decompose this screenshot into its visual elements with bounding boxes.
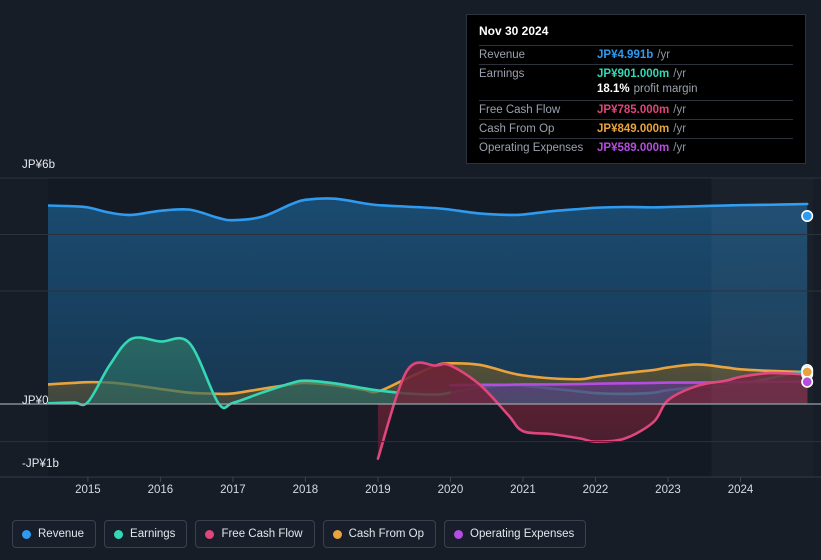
tooltip-row-unit: /yr [657, 49, 671, 61]
financial-chart-widget: JP¥6b JP¥0 -JP¥1b 2015 2016 2017 2018 2019 20… [0, 0, 821, 560]
x-axis-tick-2017: 2017 [220, 484, 246, 496]
tooltip-row-unit: /yr [673, 142, 687, 154]
x-axis-tick-2016: 2016 [147, 484, 174, 496]
y-axis-label-negative: -JP¥1b [22, 458, 60, 470]
legend-color-dot [114, 529, 124, 539]
tooltip-row-value: JP¥849.000m [597, 123, 670, 135]
tooltip-row: Free Cash Flow JP¥785.000m/yr [479, 100, 793, 119]
tooltip-date: Nov 30 2024 [479, 24, 549, 38]
tooltip-row-value: JP¥785.000m [597, 104, 670, 116]
legend-item-free-cash-flow[interactable]: Free Cash Flow [195, 520, 315, 548]
tooltip-row-value: JP¥4.991b [597, 49, 654, 61]
tooltip-row-value: JP¥901.000m [597, 68, 670, 80]
tooltip-profit-margin-value: 18.1% [597, 83, 630, 95]
x-axis-tick-2015: 2015 [75, 484, 101, 496]
legend-color-dot [22, 529, 31, 539]
y-axis-label-zero: JP¥0 [22, 395, 49, 407]
legend-item-label: Free Cash Flow [221, 528, 303, 540]
tooltip-row-label: Cash From Op [479, 123, 555, 135]
tooltip-row-label: Earnings [479, 68, 525, 80]
legend-color-dot [332, 529, 342, 539]
tooltip-profit-margin-row: .18.1%profit margin [479, 83, 793, 100]
legend-item-operating-expenses[interactable]: Operating Expenses [444, 520, 587, 548]
legend-item-label: Revenue [38, 528, 85, 540]
tooltip-row: Revenue JP¥4.991b/yr [479, 45, 793, 64]
tooltip-row-unit: /yr [673, 123, 687, 135]
x-axis-tick-2024: 2024 [727, 484, 754, 496]
tooltip-row-label: Free Cash Flow [479, 104, 561, 116]
x-axis-tick-2020: 2020 [437, 484, 464, 496]
x-axis-tick-2021: 2021 [510, 484, 536, 496]
tooltip-row: Cash From Op JP¥849.000m/yr [479, 119, 793, 138]
x-axis-tick-2019: 2019 [365, 484, 391, 496]
tooltip-profit-margin-label: profit margin [633, 83, 698, 95]
tooltip-row-unit: /yr [673, 104, 687, 116]
legend-color-dot [454, 529, 464, 539]
tooltip-row-value: JP¥589.000m [597, 142, 670, 154]
legend-item-earnings[interactable]: Earnings [104, 520, 188, 548]
chart-tooltip: Nov 30 2024 Revenue JP¥4.991b/yr Earnings J… [466, 14, 806, 164]
legend-item-label: Earnings [130, 528, 176, 540]
y-axis-label-top: JP¥6b [22, 159, 56, 171]
legend-item-label: Operating Expenses [470, 528, 575, 540]
tooltip-row: Operating Expenses JP¥589.000m/yr [479, 138, 793, 157]
tooltip-rows: Revenue JP¥4.991b/yr Earnings JP¥901.000m/y… [479, 45, 793, 157]
tooltip-row-unit: /yr [673, 68, 687, 80]
legend-item-cash-from-op[interactable]: Cash From Op [322, 520, 437, 548]
chart-legend: Revenue Earnings Free Cash Flow Cash From O… [0, 508, 821, 560]
legend-color-dot [205, 529, 215, 539]
x-axis-tick-2022: 2022 [582, 484, 609, 496]
legend-item-label: Cash From Op [348, 528, 425, 540]
x-axis-tick-2018: 2018 [292, 484, 319, 496]
tooltip-row-label: Operating Expenses [479, 142, 584, 154]
legend-item-revenue[interactable]: Revenue [12, 520, 97, 548]
tooltip-row-label: Revenue [479, 49, 526, 61]
x-axis-tick-2023: 2023 [655, 484, 681, 496]
tooltip-row: Earnings JP¥901.000m/yr [479, 64, 793, 83]
x-axis: 2015 2016 2017 2018 2019 2020 2021 2022 2023 2024 [0, 484, 821, 502]
